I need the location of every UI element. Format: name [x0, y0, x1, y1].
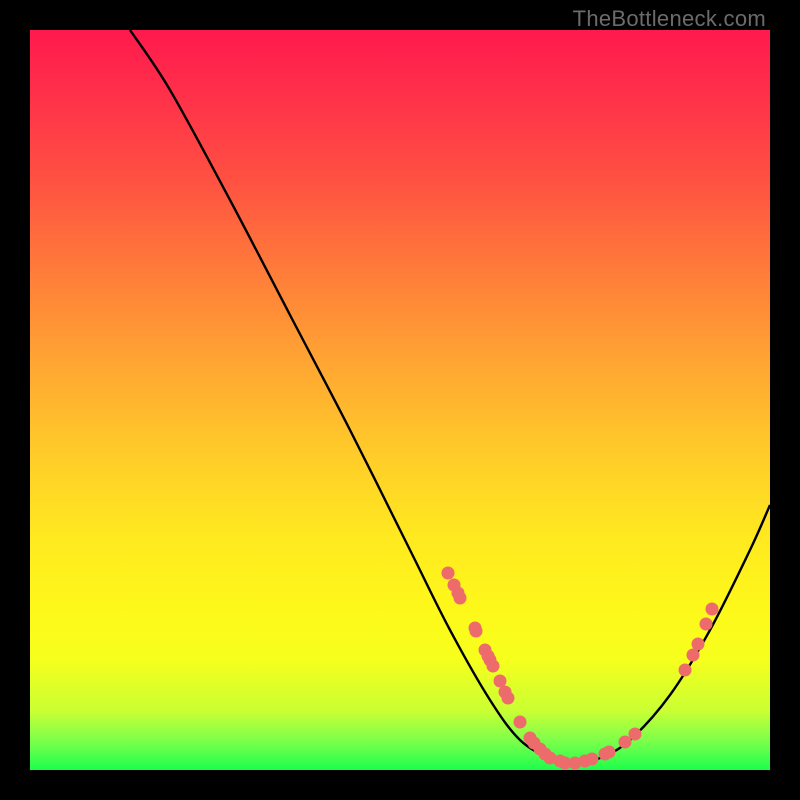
data-marker	[442, 567, 455, 580]
data-marker	[692, 638, 705, 651]
data-marker	[514, 716, 527, 729]
data-marker	[470, 625, 483, 638]
data-marker	[629, 728, 642, 741]
data-marker	[679, 664, 692, 677]
data-marker	[603, 746, 616, 759]
data-marker	[706, 603, 719, 616]
data-marker	[452, 587, 465, 600]
bottleneck-curve	[130, 30, 770, 763]
watermark-text: TheBottleneck.com	[573, 6, 766, 32]
data-marker	[487, 660, 500, 673]
data-markers	[442, 567, 719, 770]
data-marker	[502, 692, 515, 705]
data-marker	[700, 618, 713, 631]
data-marker	[586, 753, 599, 766]
curve-chart	[30, 30, 770, 770]
